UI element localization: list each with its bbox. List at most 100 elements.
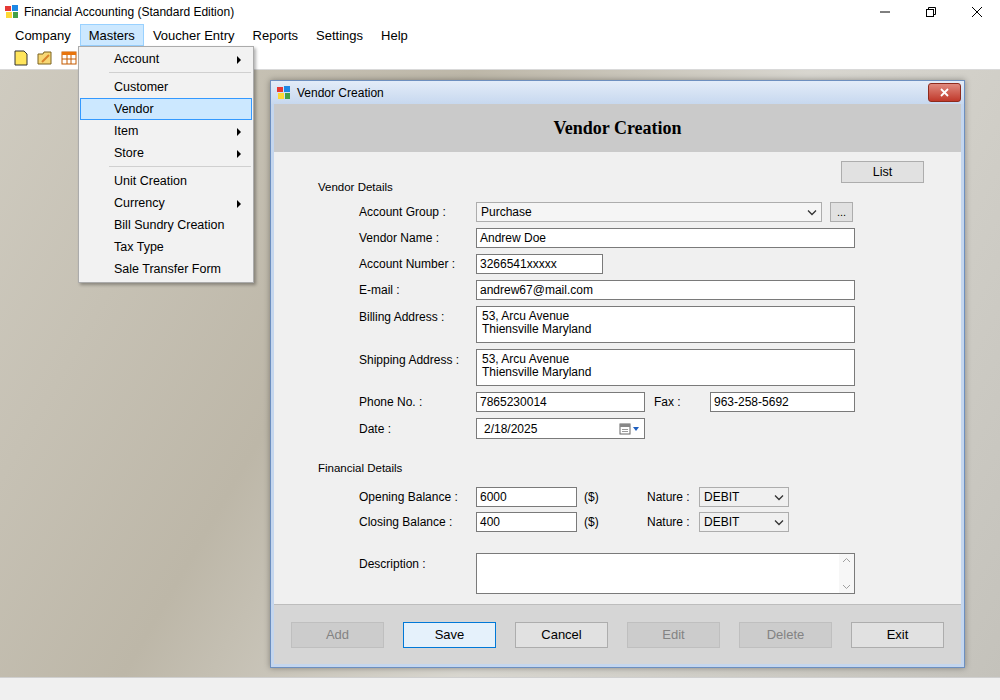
restore-icon [926, 7, 936, 17]
form-row: Phone No. :7865230014Fax :963-258-5692 [318, 392, 924, 412]
dialog-close-button[interactable] [928, 83, 961, 102]
menu-item[interactable]: Account [80, 48, 252, 70]
calendar-icon[interactable] [619, 423, 641, 435]
balance-field[interactable]: 400 [476, 512, 577, 532]
submenu-arrow-icon [237, 56, 241, 64]
fax-field[interactable]: 963-258-5692 [710, 392, 855, 412]
minimize-icon [880, 7, 890, 17]
field-label: Closing Balance : [359, 515, 476, 529]
address-line: Thiensville Maryland [482, 366, 849, 379]
title-bar: Financial Accounting (Standard Edition) [0, 0, 1000, 24]
account-group-select[interactable]: Purchase [476, 202, 822, 222]
phone-field[interactable]: 7865230014 [476, 392, 645, 412]
field-label: Billing Address : [359, 306, 476, 324]
dialog-title-bar: Vendor Creation [271, 81, 964, 104]
address-field[interactable]: 53, Arcu AvenueThiensville Maryland [476, 349, 855, 386]
open-folder-icon [37, 50, 53, 66]
submenu-arrow-icon [237, 200, 241, 208]
window-title: Financial Accounting (Standard Edition) [24, 5, 862, 19]
submenu-arrow-icon [237, 128, 241, 136]
vendor-form: ListVendor Details Account Group :Purchas… [274, 152, 961, 604]
close-icon [972, 7, 982, 17]
list-row: List [318, 161, 924, 183]
form-row: Shipping Address :53, Arcu AvenueThiensv… [318, 349, 924, 386]
form-row: Vendor Name :Andrew Doe [318, 228, 924, 248]
masters-menu: Account CustomerVendorItemStore Unit Creat… [78, 46, 254, 283]
field-label: Date : [359, 422, 476, 436]
menu-separator [109, 166, 251, 167]
form-row: Date :2/18/2025 [318, 418, 924, 439]
currency-unit: ($) [577, 515, 647, 529]
form-row: Account Group :Purchase... [318, 202, 924, 222]
menu-item[interactable]: Tax Type [80, 236, 252, 258]
section-label: Vendor Details [318, 180, 924, 194]
scrollbar[interactable] [839, 554, 854, 593]
minimize-button[interactable] [862, 0, 908, 24]
action-button[interactable]: Edit [627, 622, 720, 648]
menu-item[interactable]: Unit Creation [80, 170, 252, 192]
list-button[interactable]: List [841, 161, 924, 183]
menu-bar-item[interactable]: Masters [80, 24, 144, 46]
grid-calendar-icon [61, 50, 77, 66]
text-field[interactable]: andrew67@mail.com [476, 280, 855, 300]
menu-bar-item[interactable]: Reports [244, 24, 308, 46]
menu-item[interactable]: Currency [80, 192, 252, 214]
new-document-icon [13, 50, 29, 66]
address-field[interactable]: 53, Arcu AvenueThiensville Maryland [476, 306, 855, 343]
menu-item[interactable]: Sale Transfer Form [80, 258, 252, 280]
form-row: Description : [318, 553, 924, 594]
close-icon [940, 88, 949, 97]
menu-item[interactable]: Store [80, 142, 252, 164]
action-button[interactable]: Delete [739, 622, 832, 648]
text-field[interactable]: 3266541xxxxx [476, 254, 603, 274]
field-label: Fax : [654, 395, 710, 409]
new-button[interactable] [12, 49, 29, 66]
field-label: Description : [359, 553, 476, 571]
menu-bar-item[interactable]: Company [6, 24, 80, 46]
vendor-creation-dialog: Vendor CreationVendor CreationListVendor… [270, 80, 965, 668]
field-label: Nature : [647, 515, 699, 529]
text-field[interactable]: Andrew Doe [476, 228, 855, 248]
submenu-arrow-icon [237, 150, 241, 158]
calendar-button[interactable] [60, 49, 77, 66]
menu-item[interactable]: Vendor [80, 98, 252, 120]
address-line: 53, Arcu Avenue [482, 353, 849, 366]
dropdown-chevron-icon [774, 519, 784, 526]
nature-select[interactable]: DEBIT [699, 487, 789, 507]
menu-item[interactable]: Bill Sundry Creation [80, 214, 252, 236]
field-label: Nature : [647, 490, 699, 504]
browse-button[interactable]: ... [830, 202, 853, 222]
restore-button[interactable] [908, 0, 954, 24]
date-picker[interactable]: 2/18/2025 [476, 418, 645, 439]
app-window: Financial Accounting (Standard Edition) C… [0, 0, 1000, 700]
field-label: Shipping Address : [359, 349, 476, 367]
scroll-down-icon[interactable] [842, 584, 851, 590]
address-line: 53, Arcu Avenue [482, 310, 849, 323]
dialog-logo-icon [276, 85, 292, 101]
open-button[interactable] [36, 49, 53, 66]
app-logo-icon [4, 4, 20, 20]
menu-bar-item[interactable]: Settings [307, 24, 372, 46]
scroll-up-icon[interactable] [842, 557, 851, 563]
field-label: Opening Balance : [359, 490, 476, 504]
action-button[interactable]: Exit [851, 622, 944, 648]
form-row: Opening Balance :6000($)Nature :DEBIT [318, 487, 924, 507]
form-row: Account Number :3266541xxxxx [318, 254, 924, 274]
action-button[interactable]: Add [291, 622, 384, 648]
form-row: E-mail :andrew67@mail.com [318, 280, 924, 300]
field-label: Vendor Name : [359, 231, 476, 245]
description-field[interactable] [476, 553, 855, 594]
menu-bar-item[interactable]: Help [372, 24, 417, 46]
section-label: Financial Details [318, 461, 924, 475]
balance-field[interactable]: 6000 [476, 487, 577, 507]
nature-select[interactable]: DEBIT [699, 512, 789, 532]
action-button[interactable]: Cancel [515, 622, 608, 648]
menu-item[interactable]: Item [80, 120, 252, 142]
close-button[interactable] [954, 0, 1000, 24]
action-button[interactable]: Save [403, 622, 496, 648]
field-label: Account Number : [359, 257, 476, 271]
menu-bar-item[interactable]: Voucher Entry [144, 24, 244, 46]
address-line: Thiensville Maryland [482, 323, 849, 336]
menu-item[interactable]: Customer [80, 76, 252, 98]
window-controls [862, 0, 1000, 24]
